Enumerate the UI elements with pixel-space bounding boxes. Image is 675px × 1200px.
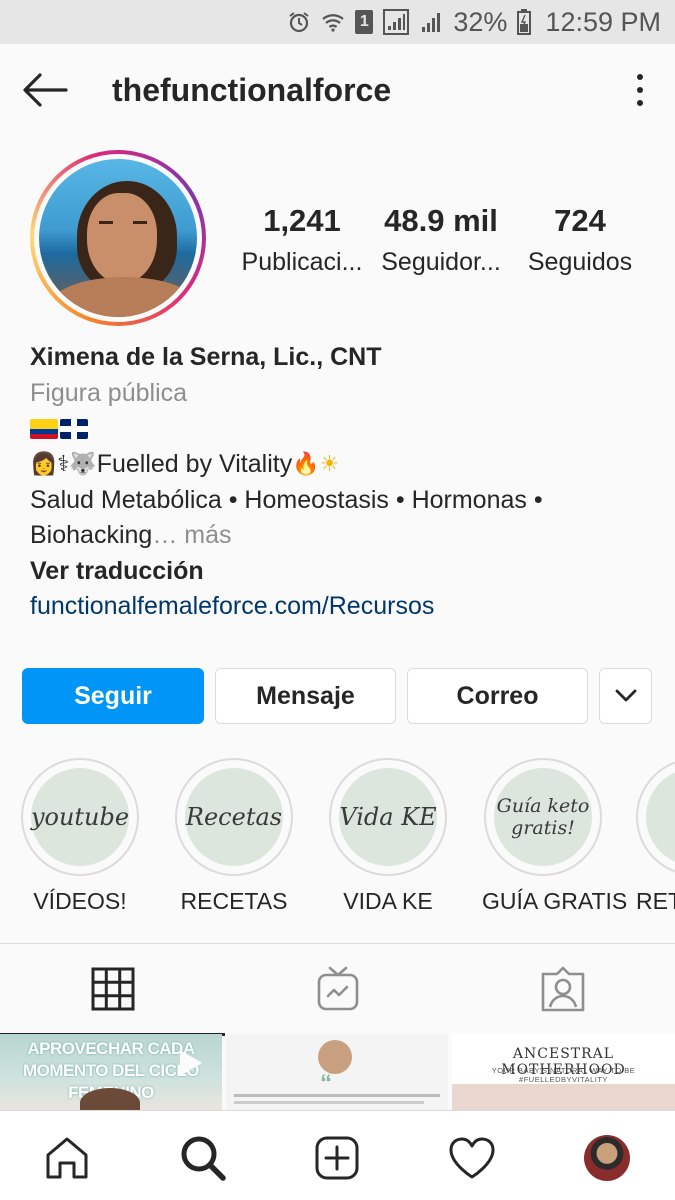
- highlight-cover: Guía keto gratis!: [494, 768, 592, 866]
- post-thumbnail-subtitle: YOUR BABY'S NATURAL WAY TO BE #FUELLEDBY…: [491, 1066, 636, 1084]
- grid-icon: [91, 967, 134, 1011]
- stat-followers-count: 48.9 mil: [384, 203, 498, 238]
- highlight-label: GUÍA GRATIS: [482, 888, 628, 914]
- highlight-vida-ke[interactable]: Vida KE VIDA KE: [328, 758, 448, 915]
- home-icon: [46, 1137, 88, 1179]
- highlight-label: VIDA KE: [343, 888, 433, 914]
- message-button[interactable]: Mensaje: [215, 668, 396, 724]
- stat-following-count: 724: [554, 203, 606, 238]
- avatar: [584, 1135, 630, 1181]
- back-arrow-icon[interactable]: [20, 70, 70, 110]
- more-options-icon[interactable]: [625, 70, 655, 110]
- highlight-partial[interactable]: k RET: [636, 758, 675, 915]
- highlight-cover: Recetas: [185, 768, 283, 866]
- avatar-photo: [39, 159, 197, 317]
- profile-stats: 1,241 Publicaci... 48.9 mil Seguidor... …: [230, 200, 650, 290]
- profile-website-link[interactable]: functionalfemaleforce.com/Recursos: [30, 589, 650, 625]
- bio-flags-line: [30, 411, 650, 447]
- bio-truncated-text: Biohacking: [30, 521, 153, 550]
- add-post-icon: [315, 1136, 359, 1180]
- stat-followers[interactable]: 48.9 mil Seguidor...: [376, 200, 506, 282]
- post-thumbnail[interactable]: ANCESTRAL MOTHERHOOD YOUR BABY'S NATURAL…: [452, 1034, 675, 1110]
- stat-posts-count: 1,241: [263, 203, 341, 238]
- bio-tagline: Fuelled by Vitality: [96, 449, 293, 478]
- stat-following[interactable]: 724 Seguidos: [520, 200, 640, 282]
- profile-content-tabs: [0, 943, 675, 1036]
- bottom-navigation: [0, 1110, 675, 1200]
- post-thumbnail[interactable]: APROVECHAR CADA MOMENTO DEL CICLO FEMENI…: [0, 1034, 222, 1110]
- bio-more-link[interactable]: … más: [152, 521, 231, 549]
- highlight-recipes[interactable]: Recetas RECETAS: [174, 758, 294, 915]
- play-icon: [180, 1050, 202, 1076]
- follow-button[interactable]: Seguir: [22, 668, 204, 724]
- heart-icon: [449, 1137, 495, 1179]
- signal-icon: [419, 9, 443, 35]
- bio-tagline-line: 👩⚕🐺Fuelled by Vitality🔥☀: [30, 447, 650, 483]
- profile-avatar[interactable]: [30, 150, 206, 326]
- colombia-flag-icon: [30, 419, 58, 440]
- clock: 12:59 PM: [545, 6, 661, 37]
- stat-following-label: Seguidos: [527, 248, 633, 276]
- igtv-icon: [317, 966, 358, 1011]
- woman-scientist-icon: 👩: [30, 452, 58, 478]
- chevron-down-icon: [615, 689, 636, 702]
- nav-create[interactable]: [312, 1133, 362, 1183]
- highlight-free-guide[interactable]: Guía keto gratis! GUÍA GRATIS: [482, 758, 628, 915]
- sim-icon: 1: [355, 10, 374, 34]
- fire-icon: 🔥: [292, 452, 320, 478]
- post-thumbnail[interactable]: “: [226, 1034, 448, 1110]
- sun-icon: ☀: [319, 452, 340, 478]
- nav-home[interactable]: [42, 1133, 92, 1183]
- tab-igtv[interactable]: [225, 944, 450, 1034]
- tab-tagged[interactable]: [450, 944, 675, 1034]
- profile-full-name: Ximena de la Serna, Lic., CNT: [30, 343, 382, 371]
- avatar: [318, 1040, 352, 1074]
- search-icon: [181, 1136, 226, 1181]
- highlight-cover: youtube: [31, 768, 129, 866]
- uk-flag-icon: [60, 419, 88, 440]
- battery-percentage: 32%: [453, 6, 508, 37]
- tab-grid[interactable]: [0, 944, 225, 1036]
- stat-posts[interactable]: 1,241 Publicaci...: [230, 200, 374, 282]
- see-translation-link[interactable]: Ver traducción: [30, 554, 650, 590]
- posts-grid: APROVECHAR CADA MOMENTO DEL CICLO FEMENI…: [0, 1034, 675, 1110]
- signal-box-icon: [383, 9, 410, 35]
- highlight-cover: k: [646, 768, 675, 866]
- nav-search[interactable]: [178, 1133, 228, 1183]
- suggested-accounts-button[interactable]: [599, 668, 652, 724]
- highlight-label: VÍDEOS!: [33, 888, 127, 914]
- wolf-icon: 🐺: [69, 452, 97, 478]
- email-button[interactable]: Correo: [407, 668, 588, 724]
- highlight-videos[interactable]: youtube VÍDEOS!: [20, 758, 140, 915]
- stat-followers-label: Seguidor...: [381, 248, 501, 276]
- bio-truncated-line: Biohacking… más: [30, 518, 650, 554]
- battery-icon: [517, 9, 532, 35]
- nav-activity[interactable]: [447, 1133, 497, 1183]
- highlight-label: RECETAS: [180, 888, 288, 914]
- wifi-icon: [321, 9, 345, 35]
- profile-category: Figura pública: [30, 378, 188, 407]
- bio-topics: Salud Metabólica • Homeostasis • Hormona…: [30, 485, 543, 514]
- dna-icon: ⚕: [57, 452, 70, 478]
- profile-header: thefunctionalforce: [0, 44, 675, 140]
- highlight-label: RET: [636, 888, 675, 914]
- highlight-cover: Vida KE: [339, 768, 437, 866]
- profile-bio: Ximena de la Serna, Lic., CNT Figura púb…: [30, 340, 650, 625]
- tagged-user-icon: [541, 966, 584, 1012]
- alarm-icon: [287, 9, 311, 35]
- stat-posts-label: Publicaci...: [241, 248, 363, 276]
- status-bar: 1 32% 12:59 PM: [0, 0, 675, 44]
- nav-profile[interactable]: [582, 1133, 632, 1183]
- profile-username: thefunctionalforce: [112, 72, 392, 108]
